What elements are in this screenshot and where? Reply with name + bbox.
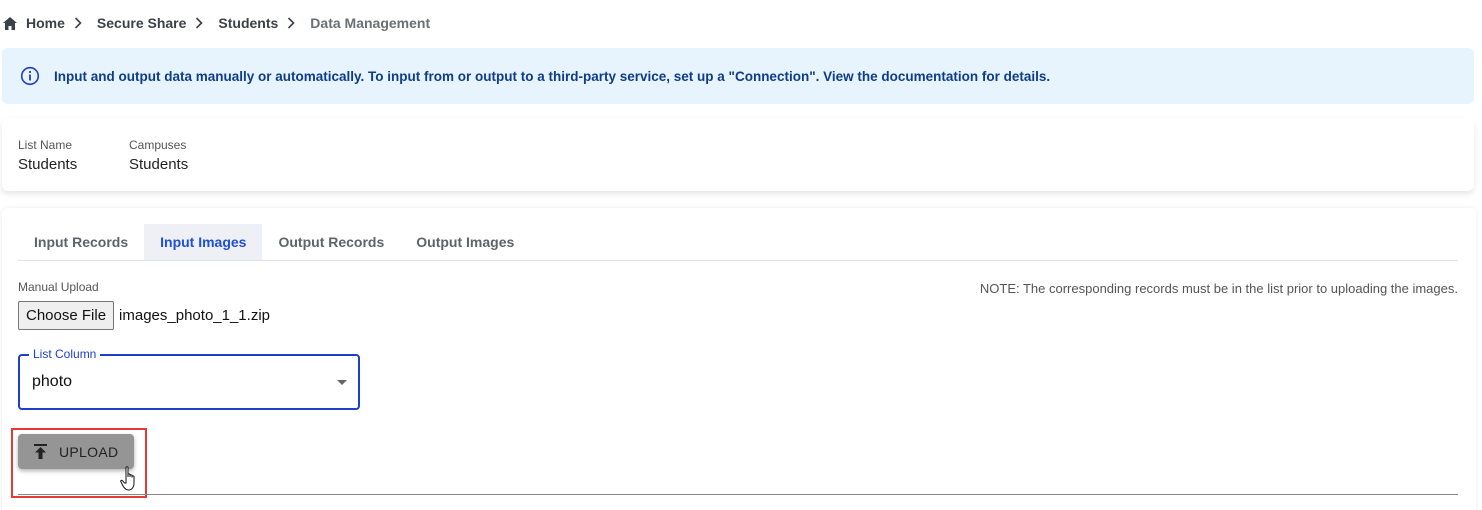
breadcrumb-students[interactable]: Students <box>218 15 278 31</box>
tab-input-records[interactable]: Input Records <box>18 224 144 260</box>
list-column-value: photo <box>32 373 73 390</box>
tab-bar: Input Records Input Images Output Record… <box>18 224 1458 261</box>
file-input: Choose File images_photo_1_1.zip <box>18 300 270 330</box>
info-banner-text: Input and output data manually or automa… <box>54 68 1051 84</box>
breadcrumb-home[interactable]: Home <box>26 15 65 31</box>
manual-upload-label: Manual Upload <box>18 280 99 294</box>
hand-pointer-icon <box>120 466 135 491</box>
list-info-card: List Name Students Campuses Students <box>2 118 1474 191</box>
campuses-label: Campuses <box>129 138 187 152</box>
choose-file-button[interactable]: Choose File <box>18 300 115 330</box>
upload-icon <box>34 443 48 460</box>
chevron-right-icon <box>74 16 88 30</box>
data-management-panel: Input Records Input Images Output Record… <box>2 208 1476 510</box>
list-name-field: List Name Students <box>18 138 77 173</box>
breadcrumb: Home Secure Share Students Data Manageme… <box>0 12 430 34</box>
list-name-label: List Name <box>18 138 73 152</box>
upload-note: NOTE: The corresponding records must be … <box>979 281 1458 296</box>
upload-button-label: UPLOAD <box>59 443 119 460</box>
info-circle-icon <box>20 66 40 86</box>
tab-input-images[interactable]: Input Images <box>144 224 263 260</box>
breadcrumb-secure-share[interactable]: Secure Share <box>97 15 187 31</box>
list-column-select[interactable]: List Column photo <box>18 347 360 410</box>
chevron-right-icon <box>287 16 301 30</box>
caret-down-icon[interactable] <box>337 380 347 385</box>
list-name-value: Students <box>18 156 78 173</box>
tab-output-records[interactable]: Output Records <box>262 224 400 260</box>
tab-output-images[interactable]: Output Images <box>400 224 530 260</box>
list-column-label: List Column <box>29 347 101 361</box>
chevron-right-icon <box>195 16 209 30</box>
campuses-value: Students <box>129 156 189 173</box>
upload-button[interactable]: UPLOAD <box>18 434 134 469</box>
breadcrumb-current: Data Management <box>310 15 431 31</box>
divider <box>18 494 1458 495</box>
campuses-field: Campuses Students <box>129 138 188 173</box>
info-banner: Input and output data manually or automa… <box>2 48 1474 104</box>
selected-file-name: images_photo_1_1.zip <box>119 306 270 324</box>
home-icon[interactable] <box>3 15 19 31</box>
